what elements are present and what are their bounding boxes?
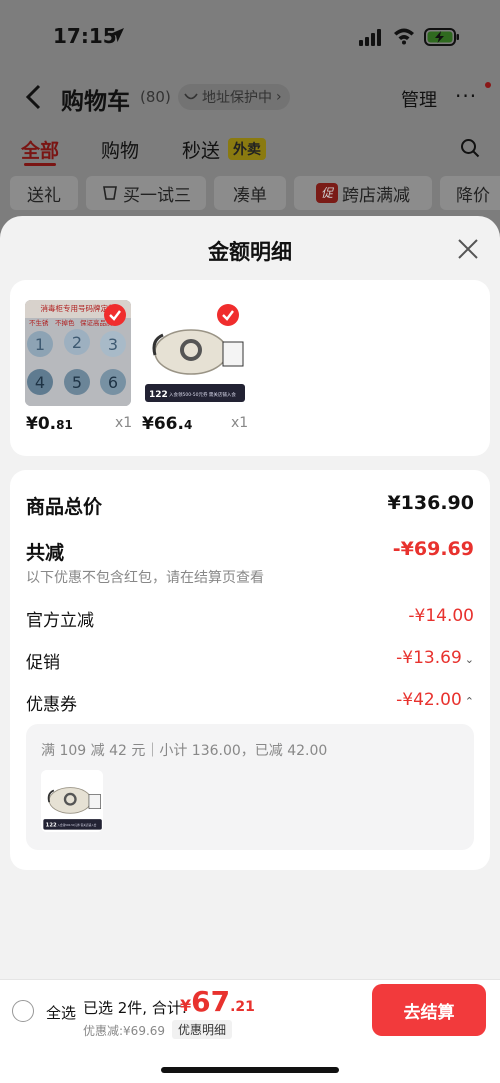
battery-icon <box>424 28 459 46</box>
svg-text:5: 5 <box>72 373 82 392</box>
svg-text:6: 6 <box>108 373 118 392</box>
tab-active-underline <box>24 163 56 166</box>
chip-label: 降价 <box>456 185 490 206</box>
svg-text:2: 2 <box>72 333 82 352</box>
svg-text:不掉色: 不掉色 <box>55 318 75 327</box>
chip-store-discount[interactable]: 促 跨店满减 <box>294 176 432 210</box>
subtotal-label: 商品总价 <box>26 496 103 518</box>
product-quantity: x1 <box>231 415 249 431</box>
bag-thumbnail-image: 122 入会领500-50元券 需关店铺入会 <box>41 770 103 832</box>
discount-total-label: 共减 <box>26 542 65 564</box>
cart-nav-bar: 购物车 (80) 地址保护中 › 管理 ··· <box>0 72 500 124</box>
shield-icon <box>184 93 198 100</box>
promo-badge: 促 <box>316 183 338 203</box>
selected-count: 已选 2件, 合计: <box>83 999 187 1017</box>
address-protection-pill[interactable]: 地址保护中 › <box>178 84 290 110</box>
tab-instant-delivery[interactable]: 秒送 <box>182 136 220 163</box>
product-price: ¥0.81 <box>26 414 73 434</box>
address-label: 地址保护中 <box>202 90 272 106</box>
status-bar: 17:15 <box>0 0 500 72</box>
chip-label: 跨店满减 <box>342 185 410 206</box>
chevron-up-icon: ⌃ <box>464 695 474 708</box>
coupon-label: 优惠券 <box>26 695 77 715</box>
tab-shopping[interactable]: 购物 <box>101 136 139 163</box>
filter-chips: 送礼 买一试三 凑单 促 跨店满减 降价 <box>0 176 500 212</box>
amount-detail-sheet: 金额明细 消毒柜专用号码牌定制 不生锈 不掉色 保证高品质 1 2 3 4 5 … <box>0 216 500 1083</box>
cup-icon <box>103 186 117 200</box>
chip-try-three[interactable]: 买一试三 <box>86 176 206 210</box>
selected-check-icon[interactable] <box>104 304 126 326</box>
discount-summary: 优惠减:¥69.69 <box>83 1024 166 1038</box>
selected-check-icon[interactable] <box>217 304 239 326</box>
chevron-down-icon: ⌄ <box>464 653 474 666</box>
discount-detail-button[interactable]: 优惠明细 <box>172 1020 233 1039</box>
chip-price-drop[interactable]: 降价 <box>440 176 500 210</box>
product-image-bag[interactable]: 122 入会领500-50元券 需关店铺入会 <box>141 300 247 406</box>
svg-text:3: 3 <box>108 335 118 354</box>
svg-text:不生锈: 不生锈 <box>29 318 49 327</box>
notification-dot <box>485 82 491 88</box>
close-icon[interactable] <box>457 238 479 260</box>
takeout-badge: 外卖 <box>228 138 266 160</box>
coupon-value: -¥42.00 <box>396 690 462 710</box>
product-quantity: x1 <box>115 415 133 431</box>
subtotal-value: ¥136.90 <box>387 492 474 514</box>
svg-text:122: 122 <box>149 390 168 400</box>
svg-text:4: 4 <box>35 373 45 392</box>
price-breakdown-card: 商品总价 ¥136.90 共减 -¥69.69 以下优惠不包含红包，请在结算页查… <box>10 470 490 870</box>
chevron-right-icon: › <box>276 89 282 105</box>
svg-text:122: 122 <box>46 823 57 829</box>
wifi-icon <box>394 28 414 45</box>
svg-text:1: 1 <box>35 335 45 354</box>
official-discount-value: -¥14.00 <box>408 606 474 626</box>
location-arrow-icon <box>110 28 124 42</box>
promotion-value: -¥13.69 <box>396 648 462 668</box>
chip-bundle[interactable]: 凑单 <box>214 176 286 210</box>
cart-count: (80) <box>140 88 171 106</box>
sheet-title: 金额明细 <box>208 240 292 264</box>
svg-text:入会领500-50元券 需关店铺入会: 入会领500-50元券 需关店铺入会 <box>169 391 236 398</box>
official-discount-label: 官方立减 <box>26 611 94 631</box>
chip-label: 买一试三 <box>123 185 191 206</box>
product-image-number-tags[interactable]: 消毒柜专用号码牌定制 不生锈 不掉色 保证高品质 1 2 3 4 5 6 <box>25 300 131 406</box>
home-indicator <box>161 1067 339 1073</box>
select-all-radio[interactable] <box>12 1000 34 1022</box>
promotion-row[interactable]: -¥13.69 ⌄ <box>396 648 474 668</box>
promotion-label: 促销 <box>26 653 60 673</box>
back-icon[interactable] <box>24 84 42 110</box>
signal-icon <box>359 29 381 46</box>
checkout-bar: 全选 已选 2件, 合计: ¥67.21 优惠减:¥69.69 优惠明细 去结算 <box>0 979 500 1083</box>
selected-products-card: 消毒柜专用号码牌定制 不生锈 不掉色 保证高品质 1 2 3 4 5 6 122… <box>10 280 490 456</box>
coupon-row[interactable]: -¥42.00 ⌃ <box>396 690 474 710</box>
tab-all[interactable]: 全部 <box>21 136 59 163</box>
svg-text:入会领500-50元券 需关店铺入会: 入会领500-50元券 需关店铺入会 <box>57 823 96 827</box>
more-menu-icon[interactable]: ··· <box>455 84 477 108</box>
manage-button[interactable]: 管理 <box>401 86 437 112</box>
coupon-rule-text: 满 109 减 42 元｜小计 136.00，已减 42.00 <box>41 743 328 759</box>
chip-gift[interactable]: 送礼 <box>10 176 78 210</box>
chip-label: 凑单 <box>233 185 267 206</box>
discount-note: 以下优惠不包含红包，请在结算页查看 <box>26 570 264 586</box>
product-price: ¥66.4 <box>142 414 193 434</box>
discount-total-value: -¥69.69 <box>392 538 474 560</box>
chip-label: 送礼 <box>27 185 61 206</box>
total-price: ¥67.21 <box>180 985 255 1018</box>
select-all-label[interactable]: 全选 <box>46 1002 76 1023</box>
page-title: 购物车 <box>61 89 130 115</box>
coupon-detail-box: 满 109 减 42 元｜小计 136.00，已减 42.00 122 入会领5… <box>26 724 474 850</box>
search-icon[interactable] <box>460 138 480 158</box>
checkout-button[interactable]: 去结算 <box>372 984 486 1036</box>
coupon-product-thumbnail: 122 入会领500-50元券 需关店铺入会 <box>41 770 103 832</box>
